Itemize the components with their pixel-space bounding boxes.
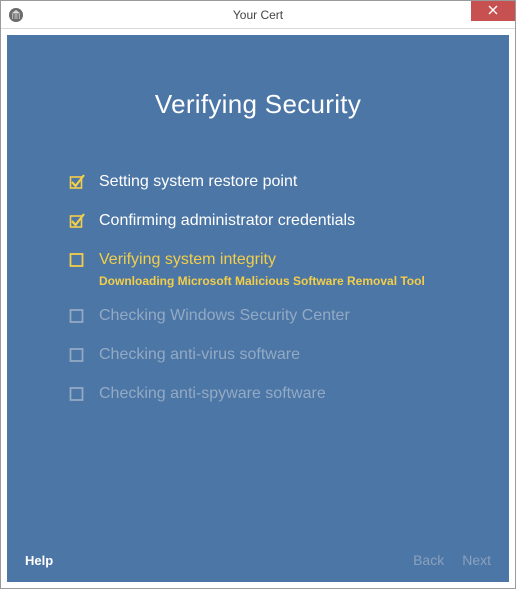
back-button[interactable]: Back xyxy=(413,552,444,568)
page-title: Verifying Security xyxy=(7,35,509,120)
check-icon xyxy=(69,213,85,229)
step-item: Confirming administrator credentials xyxy=(69,211,509,232)
step-label: Verifying system integrity xyxy=(99,250,425,271)
step-item: Checking anti-virus software xyxy=(69,345,509,366)
help-link[interactable]: Help xyxy=(25,553,53,568)
box-icon xyxy=(69,347,85,363)
next-button[interactable]: Next xyxy=(462,552,491,568)
step-body: Setting system restore point xyxy=(99,172,297,193)
window: Your Cert Verifying Security Setting sys… xyxy=(0,0,516,589)
step-body: Checking Windows Security Center xyxy=(99,306,350,327)
steps-list: Setting system restore point Confirming … xyxy=(7,172,509,405)
step-sublabel: Downloading Microsoft Malicious Software… xyxy=(99,274,425,288)
step-item: Verifying system integrity Downloading M… xyxy=(69,250,509,289)
content-panel: Verifying Security Setting system restor… xyxy=(7,35,509,582)
step-item: Checking anti-spyware software xyxy=(69,384,509,405)
titlebar: Your Cert xyxy=(1,1,515,29)
step-label: Checking anti-spyware software xyxy=(99,384,326,405)
close-button[interactable] xyxy=(471,1,515,21)
step-label: Confirming administrator credentials xyxy=(99,211,355,232)
step-body: Checking anti-spyware software xyxy=(99,384,326,405)
app-icon xyxy=(8,7,24,23)
step-item: Setting system restore point xyxy=(69,172,509,193)
step-item: Checking Windows Security Center xyxy=(69,306,509,327)
box-icon xyxy=(69,386,85,402)
window-title: Your Cert xyxy=(1,8,515,22)
step-body: Checking anti-virus software xyxy=(99,345,300,366)
box-icon xyxy=(69,252,85,268)
step-label: Checking Windows Security Center xyxy=(99,306,350,327)
step-body: Verifying system integrity Downloading M… xyxy=(99,250,425,289)
step-label: Setting system restore point xyxy=(99,172,297,193)
content-wrap: Verifying Security Setting system restor… xyxy=(1,29,515,588)
close-icon xyxy=(488,2,498,20)
step-label: Checking anti-virus software xyxy=(99,345,300,366)
step-body: Confirming administrator credentials xyxy=(99,211,355,232)
box-icon xyxy=(69,308,85,324)
check-icon xyxy=(69,174,85,190)
footer: Help Back Next xyxy=(7,542,509,582)
